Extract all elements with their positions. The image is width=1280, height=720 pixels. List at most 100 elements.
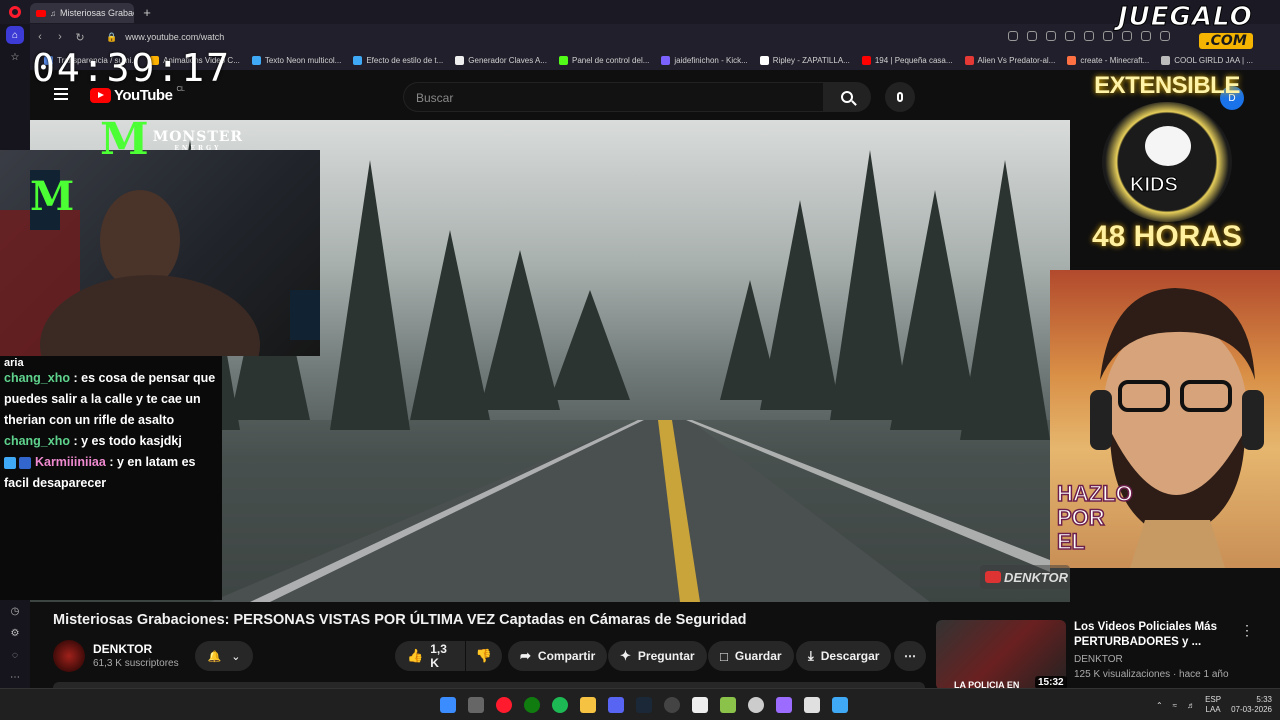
bookmark-item[interactable]: Ripley - ZAPATILLA... bbox=[759, 55, 850, 65]
channel-watermark[interactable]: DENKTOR bbox=[980, 565, 1070, 589]
minecraft-icon[interactable] bbox=[720, 697, 736, 713]
stream-chat: aria chang_xho : es cosa de pensar que p… bbox=[0, 356, 222, 600]
spotify-icon[interactable] bbox=[552, 697, 568, 713]
url-field[interactable]: 🔒 www.youtube.com/watch bbox=[106, 32, 224, 43]
play-icon[interactable] bbox=[1084, 31, 1094, 41]
ghost-face-icon bbox=[1145, 126, 1191, 166]
youtube-favicon-icon bbox=[36, 9, 46, 17]
notifications-button[interactable]: 🔔 ⌄ bbox=[195, 641, 253, 671]
bookmark-favicon-icon bbox=[759, 55, 769, 65]
language-indicator[interactable]: ESP LAA bbox=[1205, 695, 1221, 715]
notepad-icon[interactable] bbox=[804, 697, 820, 713]
forward-button[interactable]: › bbox=[50, 31, 70, 43]
bookmark-item[interactable]: create - Minecraft... bbox=[1067, 55, 1149, 65]
reload-button[interactable]: ↻ bbox=[70, 31, 90, 44]
obs-icon[interactable] bbox=[664, 697, 680, 713]
history-icon[interactable]: ◷ bbox=[0, 600, 30, 622]
download-button[interactable]: ⤓ Descargar bbox=[796, 641, 892, 671]
bookmark-favicon-icon bbox=[861, 55, 871, 65]
settings-icon[interactable]: ⚙ bbox=[0, 622, 30, 644]
tool-icon[interactable] bbox=[776, 697, 792, 713]
task-view-icon[interactable] bbox=[468, 697, 484, 713]
stream-clock: 04:39:17 bbox=[32, 46, 232, 90]
youtube-play-icon bbox=[90, 88, 111, 103]
like-button[interactable]: 👍 1,3 K bbox=[395, 641, 465, 671]
hazlo-por-el-text: HAZLO POR EL bbox=[1056, 481, 1133, 555]
volume-icon[interactable]: ♬ bbox=[1187, 701, 1195, 710]
photos-icon[interactable] bbox=[832, 697, 848, 713]
bookmark-item[interactable]: jaidefinichon - Kick... bbox=[661, 55, 748, 65]
recommended-channel-name: DENKTOR bbox=[1074, 654, 1123, 665]
star-icon[interactable]: ☆ bbox=[0, 46, 30, 68]
more-actions-button[interactable]: ⋯ bbox=[894, 641, 926, 671]
bookmark-item[interactable]: Generador Claves A... bbox=[455, 55, 547, 65]
wifi-icon[interactable]: ≈ bbox=[1173, 701, 1177, 710]
webcam-overlay: M bbox=[0, 150, 320, 356]
share-icon[interactable] bbox=[1027, 31, 1037, 41]
opera-logo-icon[interactable] bbox=[0, 0, 30, 24]
extensible-badge: EXTENSIBLE KIDS 48 HORAS bbox=[1091, 72, 1243, 253]
sparkle-icon: ✦ bbox=[620, 648, 631, 663]
capcut-icon[interactable] bbox=[692, 697, 708, 713]
windows-start-icon[interactable] bbox=[440, 697, 456, 713]
chevron-up-icon[interactable]: ⌃ bbox=[1156, 701, 1163, 710]
channel-name[interactable]: DENKTOR bbox=[93, 642, 152, 656]
windows-taskbar: ⌃ ≈ ♬ ESP LAA 5:33 07-03-2026 bbox=[0, 688, 1280, 720]
kids-badge-icon: KIDS bbox=[1102, 102, 1232, 222]
back-button[interactable]: ‹ bbox=[30, 31, 50, 43]
mic-icon bbox=[897, 92, 903, 102]
chevron-down-icon: ⌄ bbox=[231, 650, 241, 663]
sidebar-home[interactable]: ⌂ bbox=[0, 24, 30, 46]
kebab-menu-icon[interactable]: ⋮ bbox=[1240, 622, 1254, 639]
bookmark-favicon-icon bbox=[455, 55, 465, 65]
search-icon bbox=[841, 91, 853, 103]
monster-energy-logo: M MONSTER ENERGY bbox=[100, 118, 243, 162]
browser-tabbar: ♫ Misteriosas Grabacio + bbox=[0, 0, 1280, 24]
bookmark-item[interactable]: 194 | Pequeña casa... bbox=[861, 55, 953, 65]
opera-icon[interactable] bbox=[496, 697, 512, 713]
home-icon: ⌂ bbox=[6, 26, 24, 44]
bookmark-item[interactable]: Alien Vs Predator-al... bbox=[964, 55, 1055, 65]
recommended-video-title[interactable]: Los Videos Policiales Más PERTURBADORES … bbox=[1074, 620, 1224, 650]
clock-date[interactable]: 5:33 07-03-2026 bbox=[1231, 695, 1272, 715]
channel-avatar[interactable] bbox=[53, 640, 85, 672]
monster-text: MONSTER ENERGY bbox=[152, 128, 244, 152]
new-tab-button[interactable]: + bbox=[138, 3, 156, 21]
discord-icon[interactable] bbox=[608, 697, 624, 713]
bookmark-item[interactable]: Panel de control del... bbox=[559, 55, 649, 65]
download-icon: ⤓ bbox=[808, 648, 814, 663]
badge-icon bbox=[4, 456, 16, 469]
bookmark-item[interactable]: COOL GIRLD JAA | ... bbox=[1161, 55, 1253, 65]
lightbulb-icon[interactable]: ◌ bbox=[0, 644, 30, 666]
camera-icon[interactable] bbox=[1046, 31, 1056, 41]
taskbar-apps bbox=[440, 697, 848, 713]
bookmark-item[interactable]: Texto Neon multicol... bbox=[251, 55, 341, 65]
bookmark-favicon-icon bbox=[1067, 55, 1077, 65]
ask-button[interactable]: ✦ Preguntar bbox=[608, 641, 707, 671]
search-input[interactable]: Buscar bbox=[403, 82, 823, 112]
chat-message: chang_xho : es cosa de pensar que puedes… bbox=[4, 368, 218, 431]
heart-icon[interactable] bbox=[1103, 31, 1113, 41]
monster-claw-icon: M bbox=[100, 114, 149, 165]
recommended-video-meta: 125 K visualizaciones · hace 1 año bbox=[1074, 669, 1229, 680]
badge-icon bbox=[19, 456, 32, 469]
shield-icon[interactable] bbox=[1065, 31, 1075, 41]
steam-icon[interactable] bbox=[636, 697, 652, 713]
share-button[interactable]: ➦ Compartir bbox=[508, 641, 608, 671]
chatgpt-icon[interactable] bbox=[748, 697, 764, 713]
bell-icon: 🔔 bbox=[207, 650, 222, 663]
search-button[interactable] bbox=[823, 82, 871, 112]
dislike-button[interactable]: 👎 bbox=[466, 641, 502, 671]
bookmark-item[interactable]: Efecto de estilo de t... bbox=[353, 55, 443, 65]
chat-cut-line: aria bbox=[4, 358, 24, 368]
voice-search-button[interactable] bbox=[885, 82, 915, 112]
svg-text:M: M bbox=[30, 173, 74, 220]
save-button[interactable]: □ Guardar bbox=[708, 641, 794, 671]
xbox-icon[interactable] bbox=[524, 697, 540, 713]
browser-tab-active[interactable]: ♫ Misteriosas Grabacio bbox=[30, 3, 134, 23]
more-icon[interactable]: ⋯ bbox=[0, 666, 30, 688]
file-explorer-icon[interactable] bbox=[580, 697, 596, 713]
share-icon: ➦ bbox=[520, 648, 531, 663]
search-icon[interactable] bbox=[1008, 31, 1018, 41]
chat-username: chang_xho bbox=[4, 434, 70, 448]
